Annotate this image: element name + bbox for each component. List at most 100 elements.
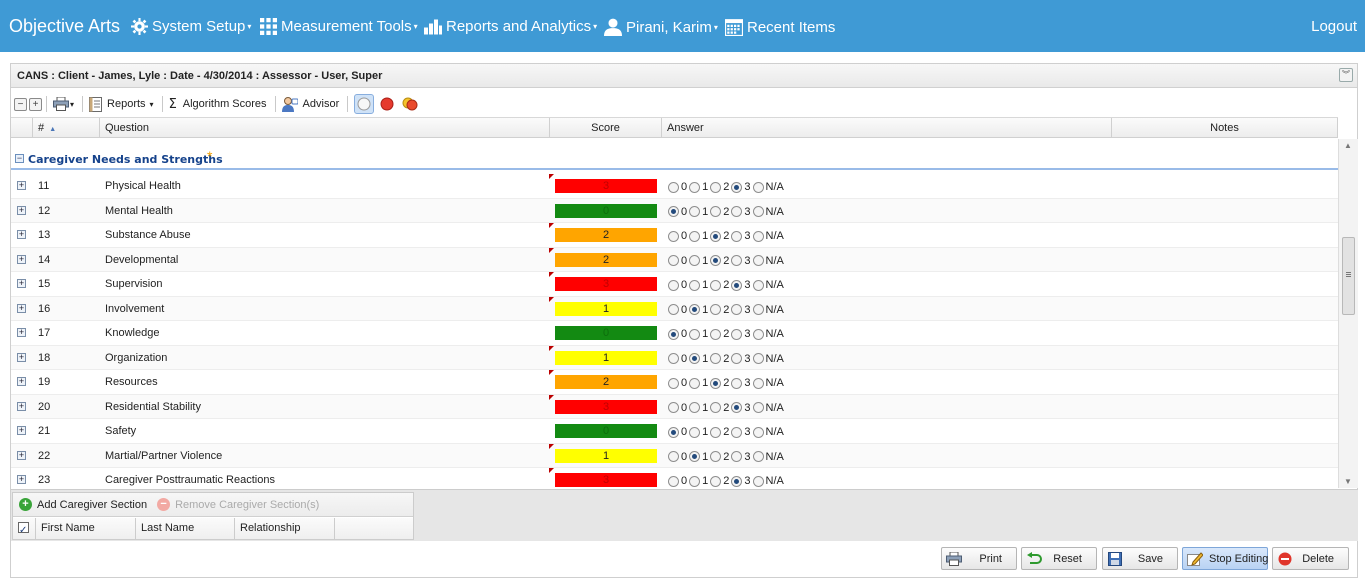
- answer-radio-0[interactable]: [668, 475, 679, 487]
- expand-row-icon[interactable]: +: [17, 426, 26, 435]
- expand-row-icon[interactable]: +: [17, 279, 26, 288]
- answer-radio-1[interactable]: [689, 181, 701, 193]
- answer-radio-na[interactable]: [752, 279, 764, 291]
- table-row[interactable]: +18 Organization 1 0 1 2 3 N/A: [11, 345, 1338, 370]
- collapse-icon[interactable]: ︾: [1339, 68, 1353, 82]
- header-score[interactable]: Score: [550, 118, 662, 138]
- answer-radio-3[interactable]: [731, 377, 743, 389]
- add-caregiver-button[interactable]: + Add Caregiver Section: [19, 498, 147, 511]
- nav-reports-analytics[interactable]: Reports and Analytics ▾: [424, 18, 597, 35]
- reports-menu-button[interactable]: Reports ▾: [89, 96, 154, 112]
- answer-radio-2[interactable]: [710, 353, 722, 364]
- brand-logo[interactable]: Objective Arts: [9, 16, 120, 37]
- nav-recent-items[interactable]: Recent Items: [725, 18, 835, 36]
- answer-radio-1[interactable]: [689, 426, 701, 438]
- answer-radio-2[interactable]: [710, 426, 722, 438]
- reset-button[interactable]: Reset: [1021, 547, 1097, 570]
- answer-radio-1[interactable]: [689, 255, 701, 266]
- table-row[interactable]: +11 Physical Health 3 0 1 2 3 N/A: [11, 174, 1338, 199]
- table-row[interactable]: +14 Developmental 2 0 1 2 3 N/A: [11, 247, 1338, 272]
- answer-radio-0[interactable]: [668, 353, 679, 364]
- answer-radio-0[interactable]: [668, 206, 679, 217]
- delete-button[interactable]: Delete: [1272, 547, 1349, 570]
- answer-radio-3[interactable]: [731, 328, 743, 340]
- answer-radio-na[interactable]: [752, 230, 764, 242]
- logout-link[interactable]: Logout: [1311, 18, 1357, 35]
- answer-radio-2[interactable]: [710, 451, 722, 462]
- header-num[interactable]: # ▲: [33, 118, 100, 138]
- expand-row-icon[interactable]: +: [17, 181, 26, 190]
- table-row[interactable]: +13 Substance Abuse 2 0 1 2 3 N/A: [11, 223, 1338, 248]
- answer-radio-3[interactable]: [731, 426, 743, 438]
- expand-row-icon[interactable]: +: [17, 475, 26, 484]
- table-row[interactable]: +16 Involvement 1 0 1 2 3 N/A: [11, 296, 1338, 321]
- answer-radio-3[interactable]: [731, 230, 743, 242]
- filter-multi-button[interactable]: [400, 94, 420, 114]
- collapse-group-icon[interactable]: −: [15, 154, 24, 163]
- expand-row-icon[interactable]: +: [17, 401, 26, 411]
- expand-row-icon[interactable]: +: [17, 303, 26, 313]
- answer-radio-3[interactable]: [731, 353, 743, 364]
- answer-radio-1[interactable]: [689, 451, 701, 462]
- filter-all-button[interactable]: [354, 94, 375, 114]
- answer-radio-0[interactable]: [668, 451, 679, 462]
- answer-radio-3[interactable]: [731, 206, 743, 217]
- answer-radio-2[interactable]: [710, 279, 722, 291]
- answer-radio-1[interactable]: [689, 304, 701, 315]
- answer-radio-2[interactable]: [710, 475, 722, 487]
- expand-row-icon[interactable]: +: [17, 328, 26, 337]
- answer-radio-na[interactable]: [752, 426, 764, 438]
- answer-radio-na[interactable]: [752, 402, 764, 413]
- answer-radio-0[interactable]: [668, 402, 679, 413]
- print-button[interactable]: Print: [941, 547, 1017, 570]
- answer-radio-0[interactable]: [668, 279, 679, 291]
- expand-row-icon[interactable]: +: [17, 352, 26, 362]
- answer-radio-3[interactable]: [731, 255, 743, 266]
- answer-radio-na[interactable]: [752, 181, 764, 193]
- stop-editing-button[interactable]: Stop Editing: [1182, 547, 1268, 570]
- header-question[interactable]: Question: [100, 118, 550, 138]
- answer-radio-na[interactable]: [752, 328, 764, 340]
- save-button[interactable]: Save: [1102, 547, 1178, 570]
- answer-radio-1[interactable]: [689, 230, 701, 242]
- table-row[interactable]: +19 Resources 2 0 1 2 3 N/A: [11, 370, 1338, 395]
- scroll-thumb[interactable]: [1342, 237, 1355, 315]
- vertical-scrollbar[interactable]: ▲ ▼: [1338, 139, 1358, 488]
- answer-radio-1[interactable]: [689, 475, 701, 487]
- answer-radio-1[interactable]: [689, 353, 701, 364]
- table-row[interactable]: +12 Mental Health 0 0 1 2 3 N/A: [11, 198, 1338, 223]
- table-row[interactable]: +20 Residential Stability 3 0 1 2 3 N/A: [11, 394, 1338, 419]
- answer-radio-1[interactable]: [689, 206, 701, 217]
- header-last-name[interactable]: Last Name: [136, 518, 235, 539]
- nav-user-menu[interactable]: Pirani, Karim ▾: [604, 18, 718, 36]
- answer-radio-1[interactable]: [689, 377, 701, 389]
- answer-radio-0[interactable]: [668, 377, 679, 389]
- expand-row-icon[interactable]: +: [17, 450, 26, 460]
- advisor-button[interactable]: Advisor: [281, 96, 339, 112]
- answer-radio-2[interactable]: [710, 181, 722, 193]
- answer-radio-na[interactable]: [752, 377, 764, 389]
- nav-system-setup[interactable]: System Setup ▾: [131, 18, 251, 35]
- collapse-all-button[interactable]: −: [14, 97, 27, 111]
- answer-radio-na[interactable]: [752, 255, 764, 266]
- header-first-name[interactable]: First Name: [36, 518, 136, 539]
- print-menu-button[interactable]: ▾: [53, 97, 74, 111]
- answer-radio-0[interactable]: [668, 255, 679, 266]
- header-answer[interactable]: Answer: [662, 118, 1112, 138]
- group-header-row[interactable]: − Caregiver Needs and Strengths *: [11, 146, 1338, 170]
- answer-radio-3[interactable]: [731, 475, 743, 487]
- select-all-checkbox[interactable]: [13, 518, 36, 541]
- answer-radio-na[interactable]: [752, 353, 764, 364]
- table-row[interactable]: +15 Supervision 3 0 1 2 3 N/A: [11, 272, 1338, 297]
- table-row[interactable]: +17 Knowledge 0 0 1 2 3 N/A: [11, 321, 1338, 346]
- answer-radio-na[interactable]: [752, 304, 764, 315]
- answer-radio-1[interactable]: [689, 279, 701, 291]
- answer-radio-2[interactable]: [710, 255, 722, 266]
- expand-row-icon[interactable]: +: [17, 230, 26, 239]
- answer-radio-1[interactable]: [689, 402, 701, 413]
- filter-red-button[interactable]: [377, 94, 397, 114]
- answer-radio-2[interactable]: [710, 328, 722, 340]
- answer-radio-1[interactable]: [689, 328, 701, 340]
- expand-all-button[interactable]: +: [29, 97, 42, 111]
- table-row[interactable]: +23 Caregiver Posttraumatic Reactions 3 0 1 2…: [11, 468, 1338, 488]
